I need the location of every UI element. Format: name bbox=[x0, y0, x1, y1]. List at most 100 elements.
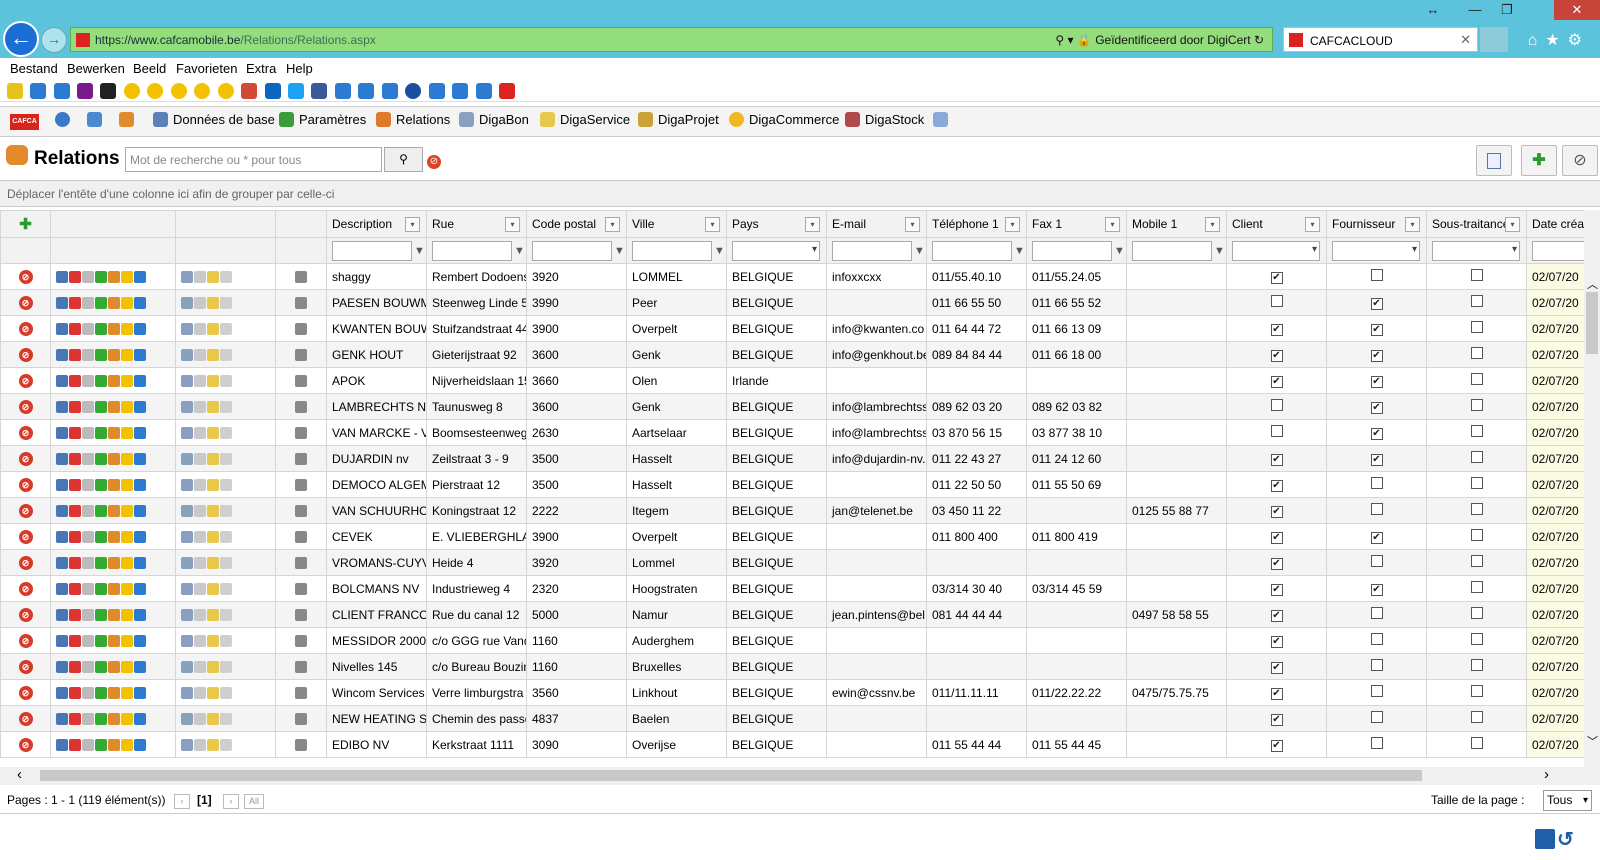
fournisseur-checkbox[interactable] bbox=[1370, 685, 1383, 697]
scroll-down-icon[interactable]: ﹀ bbox=[1587, 733, 1598, 749]
fournisseur-checkbox[interactable]: ✔ bbox=[1370, 298, 1383, 310]
close-window-button[interactable]: ✕ bbox=[1554, 0, 1600, 20]
row-actions-1[interactable] bbox=[50, 731, 176, 758]
table-row[interactable]: ⊘ DEMOCO ALGEMEPierstraat 123500HasseltBE… bbox=[0, 471, 1584, 498]
row-action-icon[interactable] bbox=[69, 505, 81, 518]
delete-row-icon[interactable]: ⊘ bbox=[18, 374, 33, 388]
scroll-right-icon[interactable]: › bbox=[1544, 766, 1549, 783]
row-action-icon[interactable] bbox=[207, 687, 219, 700]
row-action-icon[interactable] bbox=[82, 479, 94, 492]
row-action-icon[interactable] bbox=[69, 609, 81, 622]
row-action-icon[interactable] bbox=[56, 661, 68, 674]
row-action-icon[interactable] bbox=[194, 687, 206, 700]
row-action-icon[interactable] bbox=[207, 583, 219, 596]
row-actions-2[interactable] bbox=[175, 523, 276, 550]
row-actions-1[interactable] bbox=[50, 497, 176, 524]
maximize-button[interactable]: ❐ bbox=[1492, 0, 1522, 20]
client-checkbox[interactable]: ✔ bbox=[1270, 688, 1283, 700]
row-action-icon[interactable] bbox=[82, 505, 94, 518]
row-action-icon[interactable] bbox=[134, 557, 146, 570]
network-icon[interactable] bbox=[294, 583, 307, 596]
delete-row-icon[interactable]: ⊘ bbox=[18, 660, 33, 674]
browser-tools[interactable]: ⌂★⚙ bbox=[1528, 30, 1590, 50]
star-icon[interactable]: ★ bbox=[1545, 32, 1567, 49]
fournisseur-checkbox[interactable]: ✔ bbox=[1370, 324, 1383, 336]
row-action-icon[interactable] bbox=[134, 505, 146, 518]
row-actions-2[interactable] bbox=[175, 601, 276, 628]
flag-link-icon[interactable] bbox=[100, 83, 116, 99]
client-checkbox[interactable]: ✔ bbox=[1270, 636, 1283, 648]
row-action-icon[interactable] bbox=[56, 297, 68, 310]
cafca-link-icon[interactable] bbox=[499, 83, 515, 99]
row-action-icon[interactable] bbox=[134, 271, 146, 284]
sous-traitance-checkbox[interactable] bbox=[1470, 321, 1483, 333]
nav-digabon[interactable]: DigaBon bbox=[459, 112, 529, 128]
row-action-icon[interactable] bbox=[121, 297, 133, 310]
link-icon[interactable] bbox=[147, 83, 163, 99]
client-checkbox[interactable]: ✔ bbox=[1270, 506, 1283, 518]
network-icon[interactable] bbox=[294, 375, 307, 388]
table-row[interactable]: ⊘ CEVEKE. VLIEBERGHLAA3900OverpeltBELGIQU… bbox=[0, 523, 1584, 550]
row-action-icon[interactable] bbox=[194, 557, 206, 570]
network-icon[interactable] bbox=[294, 661, 307, 674]
row-action-icon[interactable] bbox=[69, 297, 81, 310]
row-actions-2[interactable] bbox=[175, 315, 276, 342]
table-row[interactable]: ⊘ GENK HOUT Gieterijstraat 92 3600 Genk BELGI… bbox=[0, 341, 1584, 368]
row-action-icon[interactable] bbox=[108, 609, 120, 622]
row-action-icon[interactable] bbox=[82, 583, 94, 596]
delete-row-icon[interactable]: ⊘ bbox=[18, 322, 33, 336]
row-actions-1[interactable] bbox=[50, 549, 176, 576]
row-action-icon[interactable] bbox=[121, 479, 133, 492]
row-action-icon[interactable] bbox=[108, 713, 120, 726]
delete-row-icon[interactable]: ⊘ bbox=[18, 270, 33, 284]
row-action-icon[interactable] bbox=[82, 453, 94, 466]
google-plus-icon[interactable] bbox=[241, 83, 257, 99]
row-actions-3[interactable] bbox=[275, 731, 327, 758]
filter-fax-input[interactable] bbox=[1032, 240, 1112, 261]
row-action-icon[interactable] bbox=[121, 505, 133, 518]
row-action-icon[interactable] bbox=[121, 557, 133, 570]
row-action-icon[interactable] bbox=[121, 349, 133, 362]
row-action-icon[interactable] bbox=[220, 349, 232, 362]
row-action-icon[interactable] bbox=[220, 375, 232, 388]
row-actions-2[interactable] bbox=[175, 419, 276, 446]
row-actions-1[interactable] bbox=[50, 289, 176, 316]
row-action-icon[interactable] bbox=[194, 531, 206, 544]
row-action-icon[interactable] bbox=[134, 297, 146, 310]
filter-rue-input[interactable] bbox=[432, 240, 512, 261]
row-action-icon[interactable] bbox=[220, 505, 232, 518]
filter-code-postal-input[interactable] bbox=[532, 240, 612, 261]
row-actions-2[interactable] bbox=[175, 627, 276, 654]
new-tab-button[interactable] bbox=[1480, 27, 1508, 52]
vertical-scroll-thumb[interactable] bbox=[1586, 292, 1598, 354]
network-icon[interactable] bbox=[294, 323, 307, 336]
fournisseur-checkbox[interactable] bbox=[1370, 477, 1383, 489]
sort-icon[interactable]: ▾ bbox=[505, 217, 520, 232]
row-action-icon[interactable] bbox=[108, 505, 120, 518]
address-bar[interactable]: https://www.cafcamobile.be/Relations/Rel… bbox=[70, 27, 1273, 52]
linkedin-icon[interactable] bbox=[265, 83, 281, 99]
row-action-icon[interactable] bbox=[56, 375, 68, 388]
scroll-up-icon[interactable]: ︿ bbox=[1587, 276, 1598, 292]
menu-beeld[interactable]: Beeld bbox=[133, 58, 166, 80]
network-icon[interactable] bbox=[294, 557, 307, 570]
row-action-icon[interactable] bbox=[134, 713, 146, 726]
row-actions-1[interactable] bbox=[50, 367, 176, 394]
row-action-icon[interactable] bbox=[181, 349, 193, 362]
cafca-logo[interactable]: CAFCA bbox=[10, 114, 39, 130]
row-actions-3[interactable] bbox=[275, 341, 327, 368]
row-action-icon[interactable] bbox=[95, 375, 107, 388]
row-action-icon[interactable] bbox=[194, 479, 206, 492]
row-actions-3[interactable] bbox=[275, 653, 327, 680]
row-action-icon[interactable] bbox=[134, 687, 146, 700]
col-header-telephone[interactable]: Téléphone 1 ▾ bbox=[926, 210, 1027, 238]
scroll-left-icon[interactable]: ‹ bbox=[17, 766, 22, 783]
row-actions-1[interactable] bbox=[50, 315, 176, 342]
row-action-icon[interactable] bbox=[95, 583, 107, 596]
row-action-icon[interactable] bbox=[56, 739, 68, 752]
filter-sous-traitance-select[interactable] bbox=[1432, 240, 1520, 261]
fournisseur-checkbox[interactable]: ✔ bbox=[1370, 584, 1383, 596]
table-row[interactable]: ⊘ EDIBO NV Kerkstraat 1111 3090 Overijse BELG… bbox=[0, 731, 1584, 758]
table-row[interactable]: ⊘ APOK Nijverheidslaan 15 3660 Olen Irlande ✔ ✔… bbox=[0, 367, 1584, 394]
sort-icon[interactable]: ▾ bbox=[905, 217, 920, 232]
